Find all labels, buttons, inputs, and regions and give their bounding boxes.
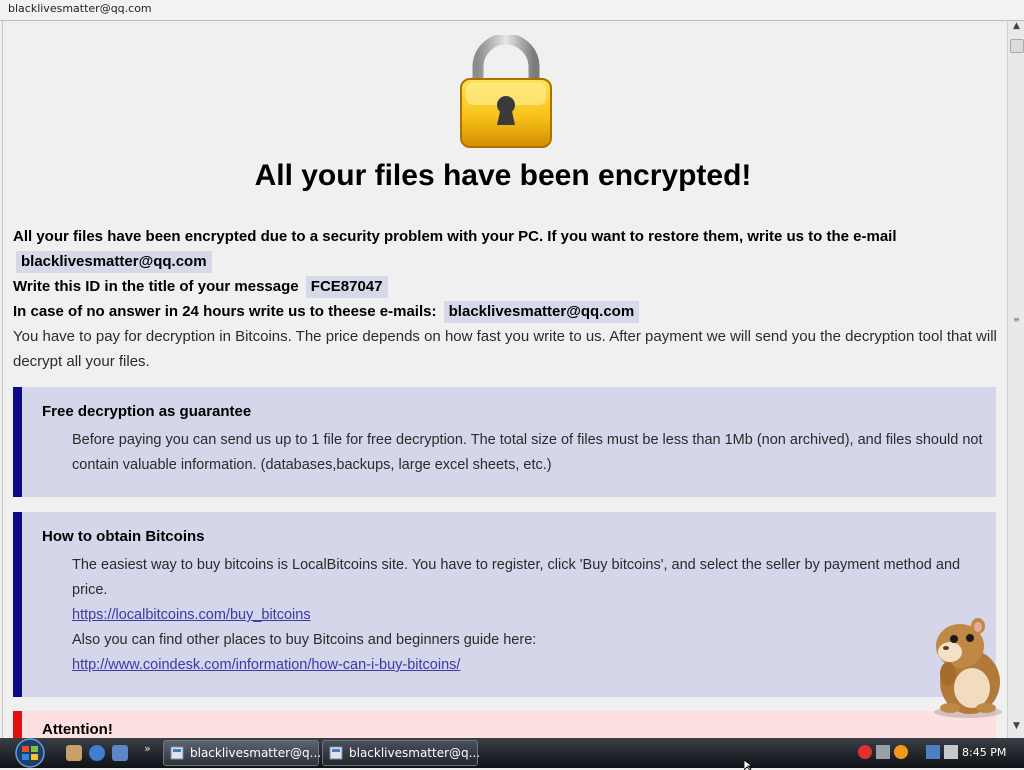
victim-id[interactable]: FCE87047 (305, 276, 388, 298)
quicklaunch-browser-icon[interactable] (89, 745, 105, 761)
alt-email-line: In case of no answer in 24 hours write u… (13, 299, 998, 324)
bitcoin-body: The easiest way to buy bitcoins is Local… (72, 553, 992, 678)
scroll-down-arrow-icon[interactable]: ▼ (1008, 721, 1024, 738)
ransom-note-page: All your files have been encrypted! All … (2, 21, 1008, 738)
taskbar: » blacklivesmatter@q... blacklivesmatter… (0, 738, 1024, 768)
volume-icon[interactable] (944, 745, 958, 759)
mouse-cursor-icon (744, 760, 754, 770)
taskbar-button-2[interactable]: blacklivesmatter@q... (322, 740, 481, 766)
taskbar-button-1[interactable]: blacklivesmatter@q... (163, 740, 322, 766)
alt-contact-email[interactable]: blacklivesmatter@qq.com (443, 301, 640, 323)
attention-box: Attention! (13, 711, 996, 738)
alt-email-label: In case of no answer in 24 hours write u… (13, 303, 437, 320)
quicklaunch-desktop-icon[interactable] (112, 745, 128, 761)
id-line: Write this ID in the title of your messa… (13, 274, 998, 299)
free-decryption-box: Free decryption as guarantee Before payi… (13, 387, 996, 497)
bitcoin-instructions: The easiest way to buy bitcoins is Local… (72, 557, 961, 598)
free-decryption-title: Free decryption as guarantee (42, 403, 252, 420)
bitcoin-title: How to obtain Bitcoins (42, 528, 205, 545)
network-icon[interactable] (926, 745, 940, 759)
clock[interactable]: 8:45 PM (962, 746, 1006, 759)
contact-email[interactable]: blacklivesmatter@qq.com (16, 251, 212, 273)
coindesk-link[interactable]: http://www.coindesk.com/information/how-… (72, 657, 460, 673)
page-title: All your files have been encrypted! (254, 159, 752, 192)
bitcoin-box: How to obtain Bitcoins The easiest way t… (13, 512, 996, 697)
window-title: blacklivesmatter@qq.com (8, 2, 152, 15)
localbitcoins-link[interactable]: https://localbitcoins.com/buy_bitcoins (72, 607, 311, 623)
taskbar-button-label: blacklivesmatter@q... (190, 746, 322, 760)
bitcoin-guide-text: Also you can find other places to buy Bi… (72, 632, 537, 648)
window-titlebar: blacklivesmatter@qq.com (0, 0, 1024, 21)
padlock-icon (460, 35, 552, 148)
taskbar-button-label: blacklivesmatter@q... (349, 746, 481, 760)
scroll-thumb[interactable] (1010, 39, 1024, 53)
quicklaunch-folder-icon[interactable] (66, 745, 82, 761)
intro-text: All your files have been encrypted due t… (13, 224, 998, 274)
tray-app-icon[interactable] (876, 745, 890, 759)
hamster-icon (934, 618, 1002, 718)
attention-title: Attention! (42, 721, 113, 738)
window-app-icon (170, 746, 184, 760)
scroll-grip-icon: ≡ (1013, 315, 1020, 324)
id-label: Write this ID in the title of your messa… (13, 278, 299, 295)
tray-search-icon[interactable] (894, 745, 908, 759)
window-app-icon (329, 746, 343, 760)
intro-sentence: All your files have been encrypted due t… (13, 228, 897, 245)
security-alert-icon[interactable] (858, 745, 872, 759)
windows-start-icon[interactable] (9, 738, 51, 768)
quicklaunch-chevron-icon[interactable]: » (144, 742, 151, 755)
payment-text: You have to pay for decryption in Bitcoi… (13, 328, 997, 370)
free-decryption-body: Before paying you can send us up to 1 fi… (72, 432, 983, 473)
scroll-up-arrow-icon[interactable]: ▲ (1008, 21, 1024, 38)
